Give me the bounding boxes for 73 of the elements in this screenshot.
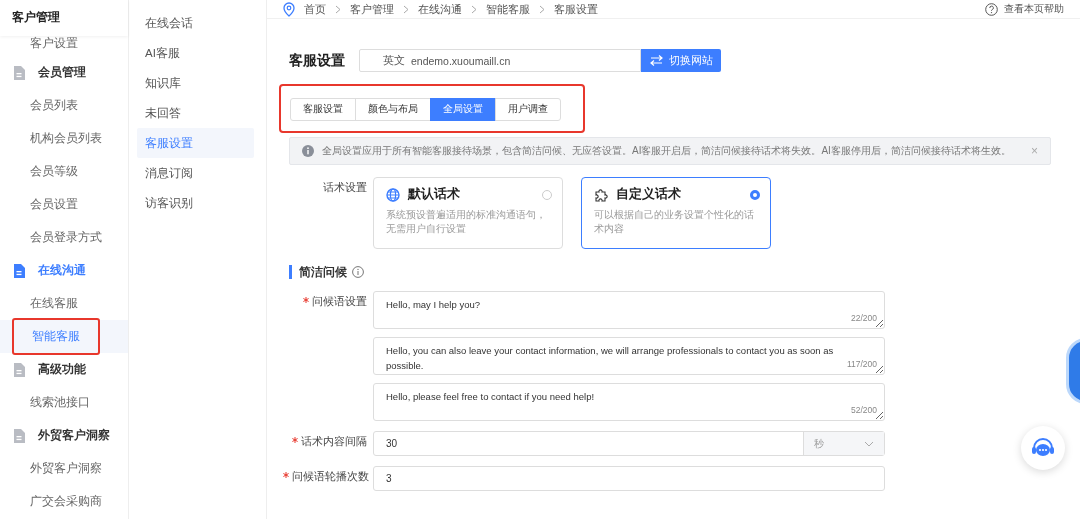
option-card[interactable]: 默认话术 系统预设普遍适用的标准沟通语句，无需用户自行设置 [373,177,563,249]
sidebar-item[interactable]: 广交会采购商 [0,485,128,518]
option-title: 自定义话术 [616,186,682,203]
submenu-item[interactable]: 访客识别 [137,188,254,218]
breadcrumb-link[interactable]: 首页 [304,1,326,17]
document-icon [13,428,25,443]
field-label: 话术设置 [323,181,367,193]
language-label: 英文 [383,53,405,68]
info-text: 全局设置应用于所有智能客服接待场景，包含简洁问候、无应答设置。AI客服开启后，简洁问候接待话术将失效。AI客服停用后，简洁问候接待话术将生效。 [322,144,1012,158]
chevron-right-icon [539,4,545,14]
menu-group[interactable]: 高级功能 [38,362,86,377]
help-link[interactable]: 查看本页帮助 [985,2,1064,16]
page-title: 客服设置 [289,51,346,70]
section-heading: 简洁问候 [289,265,1080,279]
domain-text: endemo.xuoumaill.cn [411,54,511,67]
info-outline-icon [352,266,364,278]
document-icon [13,263,25,278]
field-label: 问候语轮播次数 [292,470,369,482]
swap-arrows-icon [649,55,663,66]
character-count: 117/200 [846,359,877,369]
sidebar-item[interactable]: 机构会员列表 [0,122,128,155]
tab[interactable]: 颜色与布局 [355,98,431,121]
menu-group[interactable]: 在线沟通 [38,263,86,278]
option-description: 系统预设普遍适用的标准沟通语句，无需用户自行设置 [386,208,547,236]
info-icon [302,145,314,157]
sidebar-item[interactable]: 会员列表 [0,89,128,122]
highlight-frame: 智能客服 [12,318,100,355]
sidebar-item[interactable]: 客户设置 [0,36,128,56]
switch-site-button[interactable]: 切换网站 [641,49,721,72]
sidebar-item[interactable]: 智能客服 [0,320,128,353]
menu-group[interactable]: 会员管理 [38,65,86,80]
site-selector[interactable]: 英文 endemo.xuoumaill.cn [359,49,641,72]
breadcrumb-link[interactable]: 智能客服 [486,1,530,17]
tab[interactable]: 客服设置 [290,98,356,121]
tab[interactable]: 用户调查 [495,98,561,121]
submenu-item[interactable]: 消息订阅 [137,158,254,188]
help-icon [985,2,998,16]
field-label: 话术内容间隔 [301,435,367,447]
option-description: 可以根据自己的业务设置个性化的话术内容 [594,208,755,236]
sidebar-title: 客户管理 [0,0,128,36]
submenu-item[interactable]: 未回答 [137,98,254,128]
submenu-item[interactable]: 知识库 [137,68,254,98]
menu-group[interactable]: 外贸客户洞察 [38,428,110,443]
tab[interactable]: 全局设置 [430,98,496,121]
breadcrumb-link[interactable]: 在线沟通 [418,1,462,17]
breadcrumb-link[interactable]: 客户管理 [350,1,394,17]
submenu-item[interactable]: AI客服 [137,38,254,68]
sidebar-item[interactable]: 会员设置 [0,188,128,221]
sidebar-item[interactable]: 外贸客户洞察 [0,452,128,485]
document-icon [13,65,25,80]
chevron-right-icon [335,4,341,14]
breadcrumb-link[interactable]: 客服设置 [554,1,598,17]
sidebar-item[interactable]: 会员登录方式 [0,221,128,254]
radio-button[interactable] [750,189,760,200]
submenu-item[interactable]: 客服设置 [137,128,254,158]
submenu-item[interactable]: 在线会话 [137,8,254,38]
chevron-down-icon [864,440,874,447]
option-card[interactable]: 自定义话术 可以根据自己的业务设置个性化的话术内容 [581,177,771,249]
chevron-right-icon [471,4,477,14]
sidebar-item[interactable]: 线索池接口 [0,386,128,419]
location-pin-icon [283,1,295,17]
document-icon [13,362,25,377]
field-label: 问候语设置 [312,295,367,307]
number-input[interactable]: 30 秒 [373,431,885,456]
sidebar-item[interactable]: 在线客服 [0,287,128,320]
character-count: 52/200 [851,405,877,415]
option-title: 默认话术 [408,186,461,203]
chevron-right-icon [403,4,409,14]
puzzle-icon [594,187,608,202]
sidebar-item[interactable]: 会员等级 [0,155,128,188]
character-count: 22/200 [851,313,877,323]
number-input[interactable]: 3 [373,466,885,491]
globe-icon [386,187,400,202]
